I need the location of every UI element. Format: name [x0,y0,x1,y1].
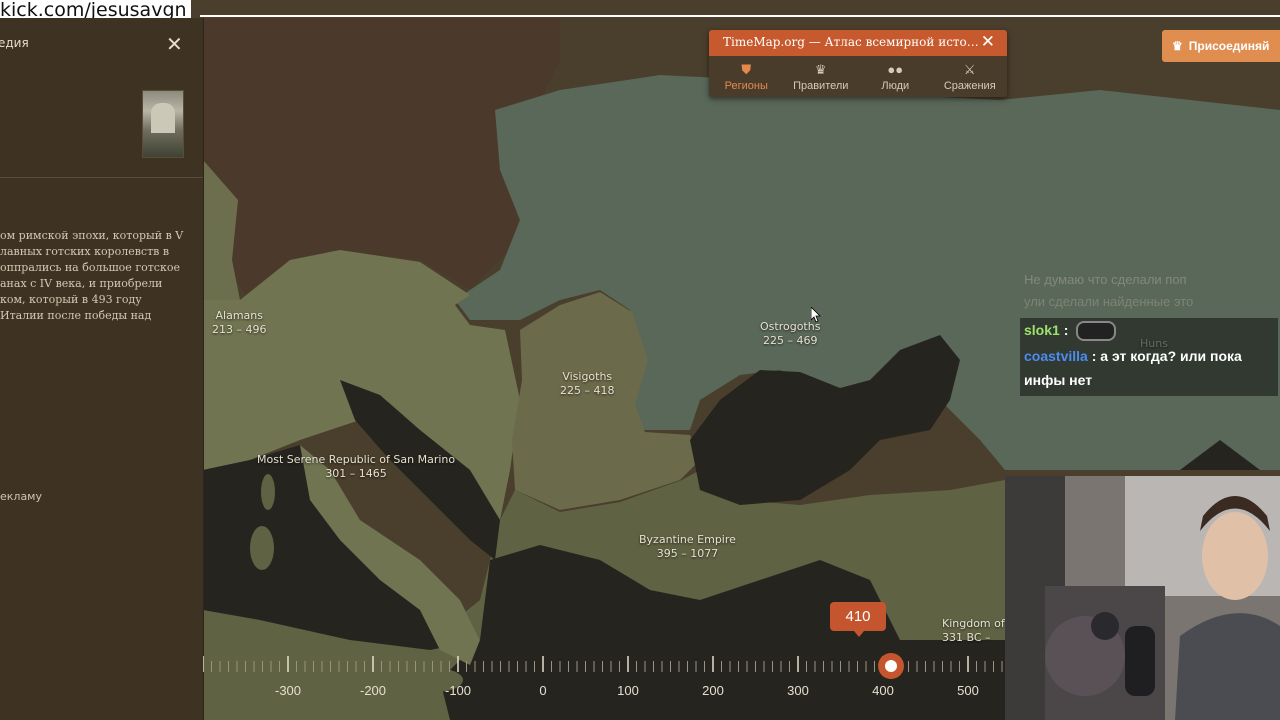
map-label-san-marino[interactable]: Most Serene Republic of San Marino 301 – … [257,453,455,481]
crown-icon: ♛ [814,62,827,77]
tab-people[interactable]: ●● Люди [858,56,933,97]
map-label-ostrogoths[interactable]: Ostrogoths 225 – 469 [760,320,820,348]
chat-username: coastvilla [1024,348,1088,364]
timeline-tick-label: -200 [359,683,387,698]
timeline-tick-label: -100 [444,683,472,698]
chat-username: slok1 [1024,322,1060,338]
timemap-tabs: ⛊ Регионы ♛ Правители ●● Люди ⚔ Сражения [709,56,1007,97]
map-label-alamans[interactable]: Alamans 213 – 496 [212,309,266,337]
tab-label: Сражения [943,80,996,92]
join-button[interactable]: ♛ Присоединяй [1162,30,1280,62]
close-icon[interactable]: ✕ [981,32,995,52]
stream-chat-overlay: Не думаю что сделали поп ули сделали най… [1018,268,1280,396]
description-line: лавных готских королевств в [0,245,170,258]
timeline-handle[interactable] [878,653,904,679]
info-sidebar: едия ✕ ом римской эпохи, который в V лав… [0,18,204,720]
tab-label: Правители [793,80,849,92]
tab-rulers[interactable]: ♛ Правители [784,56,859,97]
description-line: ком, который в 493 году [0,293,142,306]
sidebar-title: едия [0,36,29,50]
chat-message: slok1 : [1020,318,1278,344]
timeline-tick-label: 200 [702,683,724,698]
close-icon[interactable]: ✕ [166,32,183,56]
swords-icon: ⚔ [963,62,976,77]
current-year-badge: 410 [830,602,886,637]
chat-faded-line: ули сделали найденные это [1024,294,1194,309]
tab-label: Регионы [724,80,768,92]
timeline-tick-label: 0 [539,683,547,698]
timeline-tick-label: 500 [957,683,979,698]
timemap-panel: TimeMap.org — Атлас всемирной исто… ✕ ⛊ … [709,30,1007,97]
mouse-cursor-icon [811,307,821,323]
chat-message: coastvilla : а эт когда? или пока инфы н… [1020,344,1278,396]
timeline-tick-label: 400 [872,683,894,698]
description-line: оппрались на большое готское [0,261,180,274]
timeline-tick-label: 100 [617,683,639,698]
sardinia-island [250,526,274,570]
article-thumbnail[interactable] [142,90,184,158]
chat-faded-line: Не думаю что сделали поп [1024,272,1187,287]
people-icon: ●● [887,62,904,77]
sidebar-divider [0,177,203,178]
description-line: анах с IV века, и приобрели [0,277,163,290]
tab-battles[interactable]: ⚔ Сражения [933,56,1008,97]
timemap-title[interactable]: TimeMap.org — Атлас всемирной исто… [723,35,979,49]
shield-icon: ⛊ [741,62,752,77]
stream-url: kick.com/jesusavgn [0,0,191,20]
description-line: Италии после победы над [0,309,152,322]
top-divider [200,15,1280,17]
timeline-tick-label: 300 [787,683,809,698]
map-label-byzantine[interactable]: Byzantine Empire 395 – 1077 [639,533,736,561]
description-line: ом римской эпохи, который в V [0,229,184,242]
join-button-label: Присоединяй [1188,39,1270,53]
timemap-titlebar: TimeMap.org — Атлас всемирной исто… ✕ [709,30,1007,56]
map-label-visigoths[interactable]: Visigoths 225 – 418 [560,370,614,398]
webcam-image [1005,476,1280,720]
sidebar-description: ом римской эпохи, который в V лавных гот… [0,228,200,324]
tab-label: Люди [881,80,910,92]
crown-icon: ♛ [1172,39,1183,53]
emote-icon [1076,321,1117,342]
timeline-tick-label: -300 [274,683,302,698]
tab-regions[interactable]: ⛊ Регионы [709,56,784,97]
webcam-feed [1005,476,1280,720]
disable-ads-link[interactable]: екламу [0,490,42,503]
